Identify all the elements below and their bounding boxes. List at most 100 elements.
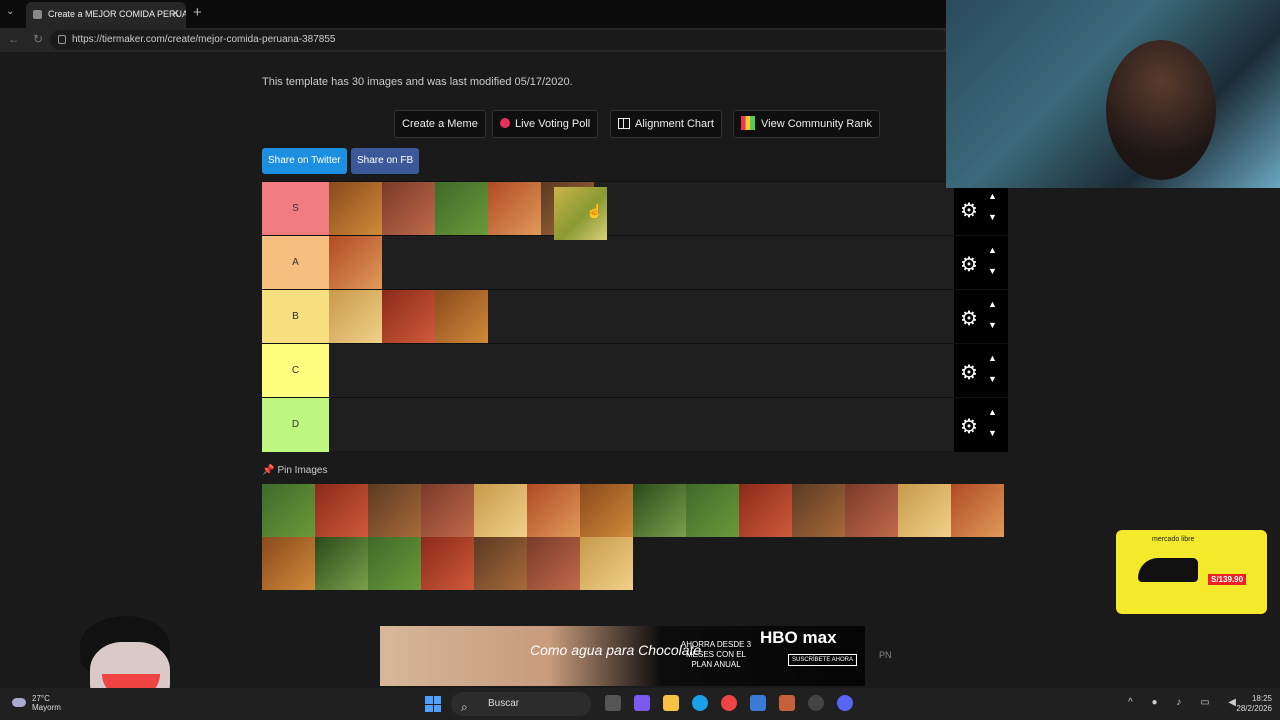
tier-controls: ⚙ ▲ ▼ [954, 290, 1008, 344]
food-thumbnail[interactable] [329, 182, 382, 235]
edge-icon[interactable] [692, 695, 708, 711]
gear-icon[interactable]: ⚙ [960, 198, 978, 223]
pin-images-toggle[interactable]: 📌 Pin Images [262, 465, 327, 476]
food-thumbnail[interactable] [580, 484, 633, 537]
food-thumbnail[interactable] [329, 236, 382, 289]
chevron-down-icon[interactable]: ▼ [988, 428, 997, 438]
reload-icon[interactable]: ↻ [33, 32, 43, 46]
food-thumbnail[interactable] [739, 484, 792, 537]
favicon-icon [33, 10, 42, 19]
ad-label: PN [879, 650, 892, 660]
community-rank-button[interactable]: View Community Rank [733, 110, 881, 138]
live-poll-label: Live Voting Poll [515, 118, 591, 130]
streamer-silhouette [1106, 40, 1216, 180]
tier-label-s[interactable]: S [262, 182, 329, 236]
obs-icon[interactable] [808, 695, 824, 711]
tier-label-a[interactable]: A [262, 236, 329, 290]
live-poll-button[interactable]: Live Voting Poll [492, 110, 599, 138]
tier-label-d[interactable]: D [262, 398, 329, 452]
close-tab-icon[interactable]: ✕ [171, 2, 180, 26]
chevron-down-icon[interactable]: ▼ [988, 212, 997, 222]
gear-icon[interactable]: ⚙ [960, 360, 978, 385]
tab-list-icon[interactable]: ⌄ [6, 6, 14, 17]
alignment-label: Alignment Chart [635, 118, 714, 130]
chevron-up-icon[interactable]: ▲ [988, 407, 997, 417]
tier-row-b: B ⚙ ▲ ▼ [262, 289, 1008, 344]
clock-time: 18:25 [1251, 694, 1272, 703]
app-icon[interactable] [779, 695, 795, 711]
chevron-up-icon[interactable]: ▲ [988, 245, 997, 255]
task-view-icon[interactable] [605, 695, 621, 711]
food-thumbnail[interactable] [580, 537, 633, 590]
create-meme-button[interactable]: Create a Meme [394, 110, 486, 138]
chevron-down-icon[interactable]: ▼ [988, 320, 997, 330]
chevron-up-icon[interactable]: ▲ [988, 191, 997, 201]
food-thumbnail[interactable] [368, 537, 421, 590]
ad-price: S/139.90 [1208, 574, 1247, 585]
food-thumbnail[interactable] [951, 484, 1004, 537]
food-thumbnail[interactable] [315, 537, 368, 590]
food-thumbnail[interactable] [435, 290, 488, 343]
share-fb-button[interactable]: Share on FB [351, 148, 420, 174]
clock[interactable]: 18:25 28/2/2026 [1236, 694, 1272, 714]
food-thumbnail[interactable] [435, 182, 488, 235]
taskbar-search[interactable]: ⌕ Buscar [451, 692, 591, 716]
tier-label-c[interactable]: C [262, 344, 329, 398]
gear-icon[interactable]: ⚙ [960, 414, 978, 439]
tier-row-a: A ⚙ ▲ ▼ [262, 235, 1008, 290]
community-label: View Community Rank [761, 118, 873, 130]
mercadolibre-ad[interactable]: mercado libre S/139.90 [1116, 530, 1267, 614]
windows-start-icon[interactable] [425, 696, 441, 712]
chevron-up-icon[interactable]: ▲ [988, 353, 997, 363]
pin-label: Pin Images [277, 465, 328, 476]
url-field[interactable]: https://tiermaker.com/create/mejor-comid… [50, 30, 950, 50]
pin-icon: 📌 [262, 465, 275, 476]
banner-brand: HBO max [760, 628, 837, 647]
food-thumbnail[interactable] [421, 484, 474, 537]
copilot-icon[interactable] [634, 695, 650, 711]
image-pool [262, 484, 1008, 590]
browser-tab[interactable]: Create a MEJOR COMIDA PERUANA ✕ [26, 2, 186, 28]
food-thumbnail[interactable] [898, 484, 951, 537]
food-thumbnail[interactable] [792, 484, 845, 537]
banner-promo: AHORRA DESDE 3 MESES CON EL PLAN ANUAL [680, 640, 752, 669]
food-thumbnail[interactable] [845, 484, 898, 537]
gear-icon[interactable]: ⚙ [960, 306, 978, 331]
hbo-banner-ad[interactable]: Como agua para Chocolate AHORRA DESDE 3 … [380, 626, 865, 686]
file-explorer-icon[interactable] [663, 695, 679, 711]
discord-icon[interactable] [837, 695, 853, 711]
record-dot-icon [500, 118, 510, 128]
share-twitter-button[interactable]: Share on Twitter [262, 148, 347, 174]
food-thumbnail[interactable] [474, 484, 527, 537]
food-thumbnail[interactable] [421, 537, 474, 590]
system-tray[interactable]: ^ ● ♪ ▭ ◀ [1128, 697, 1244, 708]
create-meme-label: Create a Meme [402, 118, 478, 130]
banner-cta: SUSCRÍBETE AHORA [788, 654, 858, 666]
gear-icon[interactable]: ⚙ [960, 252, 978, 277]
food-thumbnail[interactable] [488, 182, 541, 235]
weather-widget[interactable]: 27°C Mayorm [12, 694, 61, 712]
tier-label-b[interactable]: B [262, 290, 329, 344]
alignment-chart-button[interactable]: Alignment Chart [610, 110, 722, 138]
webcam-overlay [946, 0, 1280, 188]
food-thumbnail[interactable] [329, 290, 382, 343]
store-icon[interactable] [750, 695, 766, 711]
chrome-icon[interactable] [721, 695, 737, 711]
food-thumbnail[interactable] [368, 484, 421, 537]
food-thumbnail[interactable] [686, 484, 739, 537]
back-icon[interactable]: ← [8, 32, 20, 46]
shoe-image [1138, 558, 1198, 582]
food-thumbnail[interactable] [527, 484, 580, 537]
food-thumbnail[interactable] [262, 537, 315, 590]
food-thumbnail[interactable] [382, 182, 435, 235]
food-thumbnail[interactable] [315, 484, 368, 537]
new-tab-button[interactable]: + [193, 4, 202, 21]
chevron-down-icon[interactable]: ▼ [988, 266, 997, 276]
food-thumbnail[interactable] [527, 537, 580, 590]
food-thumbnail[interactable] [633, 484, 686, 537]
chevron-down-icon[interactable]: ▼ [988, 374, 997, 384]
food-thumbnail[interactable] [262, 484, 315, 537]
food-thumbnail[interactable] [382, 290, 435, 343]
chevron-up-icon[interactable]: ▲ [988, 299, 997, 309]
food-thumbnail[interactable] [474, 537, 527, 590]
